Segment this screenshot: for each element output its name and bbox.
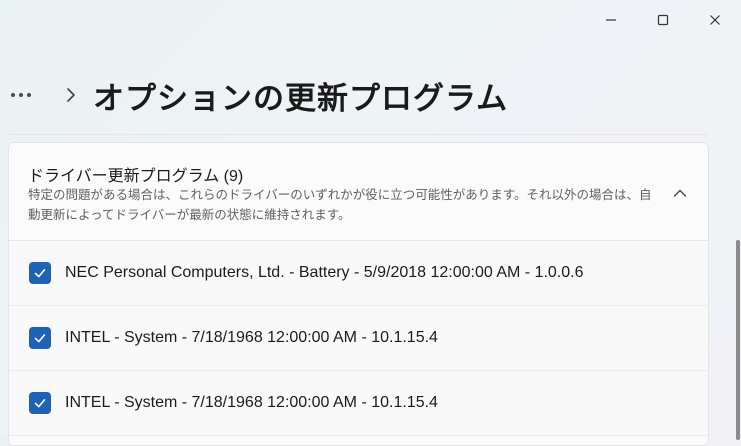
checkbox[interactable]: [29, 327, 51, 349]
checkmark-icon: [34, 398, 46, 408]
expander-description: 特定の問題がある場合は、これらのドライバーのいずれかが役に立つ可能性があります。…: [28, 188, 652, 222]
page-title: オプションの更新プログラム: [93, 80, 509, 116]
minimize-button[interactable]: [585, 0, 637, 40]
dot: [11, 93, 15, 97]
minimize-icon: [606, 19, 616, 21]
checkbox[interactable]: [29, 262, 51, 284]
divider: [10, 134, 707, 135]
window-caption-buttons: [585, 0, 741, 40]
list-item-label: INTEL - System - 7/18/1968 12:00:00 AM -…: [65, 394, 438, 411]
breadcrumb: オプションの更新プログラム: [10, 72, 508, 118]
list-item[interactable]: INTEL - System - 7/18/1968 12:00:00 AM -…: [9, 306, 708, 371]
expander-title: ドライバー更新プログラム (9): [28, 168, 244, 185]
driver-update-list: NEC Personal Computers, Ltd. - Battery -…: [9, 241, 708, 436]
maximize-button[interactable]: [637, 0, 689, 40]
more-dots-icon[interactable]: [10, 93, 45, 97]
close-button[interactable]: [689, 0, 741, 40]
list-item-label: NEC Personal Computers, Ltd. - Battery -…: [65, 264, 584, 281]
checkmark-icon: [34, 333, 46, 343]
checkmark-icon: [34, 268, 46, 278]
chevron-up-icon: [673, 189, 687, 197]
expander-header[interactable]: ドライバー更新プログラム (9) 特定の問題がある場合は、これらのドライバーのい…: [9, 143, 708, 241]
collapse-button[interactable]: [666, 179, 694, 207]
dot: [19, 93, 23, 97]
list-item-label: INTEL - System - 7/18/1968 12:00:00 AM -…: [65, 329, 438, 346]
scrollbar[interactable]: [736, 240, 740, 440]
maximize-icon: [657, 14, 669, 26]
driver-updates-expander: ドライバー更新プログラム (9) 特定の問題がある場合は、これらのドライバーのい…: [8, 142, 709, 446]
checkbox[interactable]: [29, 392, 51, 414]
dot: [27, 93, 31, 97]
close-icon: [710, 15, 720, 25]
list-item[interactable]: NEC Personal Computers, Ltd. - Battery -…: [9, 241, 708, 306]
list-item[interactable]: INTEL - System - 7/18/1968 12:00:00 AM -…: [9, 371, 708, 436]
chevron-right-icon: [65, 87, 87, 103]
